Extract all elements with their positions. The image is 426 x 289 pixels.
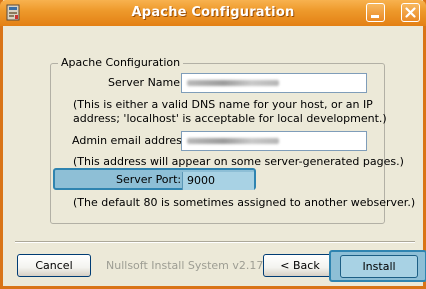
installer-window: Apache Configuration Apache Configuratio… [0, 0, 426, 289]
admin-email-label: Admin email address: [72, 134, 192, 147]
minimize-button[interactable] [366, 3, 385, 22]
redacted-value [187, 80, 279, 86]
admin-email-note: (This address will appear on some server… [73, 155, 404, 168]
server-port-label: Server Port: [116, 173, 182, 186]
server-port-value: 9000 [187, 174, 215, 187]
install-button[interactable]: Install [340, 255, 418, 278]
server-port-input[interactable]: 9000 [182, 172, 254, 190]
server-port-highlight: Server Port: 9000 [53, 168, 256, 190]
back-button[interactable]: < Back [263, 254, 337, 277]
server-name-note-line1: (This is either a valid DNS name for you… [73, 98, 373, 111]
close-icon [405, 7, 416, 18]
install-highlight: Install [329, 250, 426, 282]
footer-separator [15, 241, 415, 243]
server-name-note-line2: address; 'localhost' is acceptable for l… [73, 112, 387, 125]
server-name-input[interactable] [181, 73, 367, 93]
close-button[interactable] [401, 3, 420, 22]
title-bar[interactable]: Apache Configuration [0, 0, 426, 26]
minimize-icon [371, 15, 379, 18]
window-title: Apache Configuration [131, 5, 295, 20]
cancel-button[interactable]: Cancel [17, 254, 91, 277]
admin-email-input[interactable] [181, 131, 367, 151]
redacted-value [187, 138, 279, 144]
server-name-label: Server Name: [108, 76, 184, 89]
installer-brand: Nullsoft Install System v2.17 [106, 259, 264, 272]
groupbox-legend: Apache Configuration [58, 56, 184, 69]
server-port-note: (The default 80 is sometimes assigned to… [73, 196, 416, 209]
